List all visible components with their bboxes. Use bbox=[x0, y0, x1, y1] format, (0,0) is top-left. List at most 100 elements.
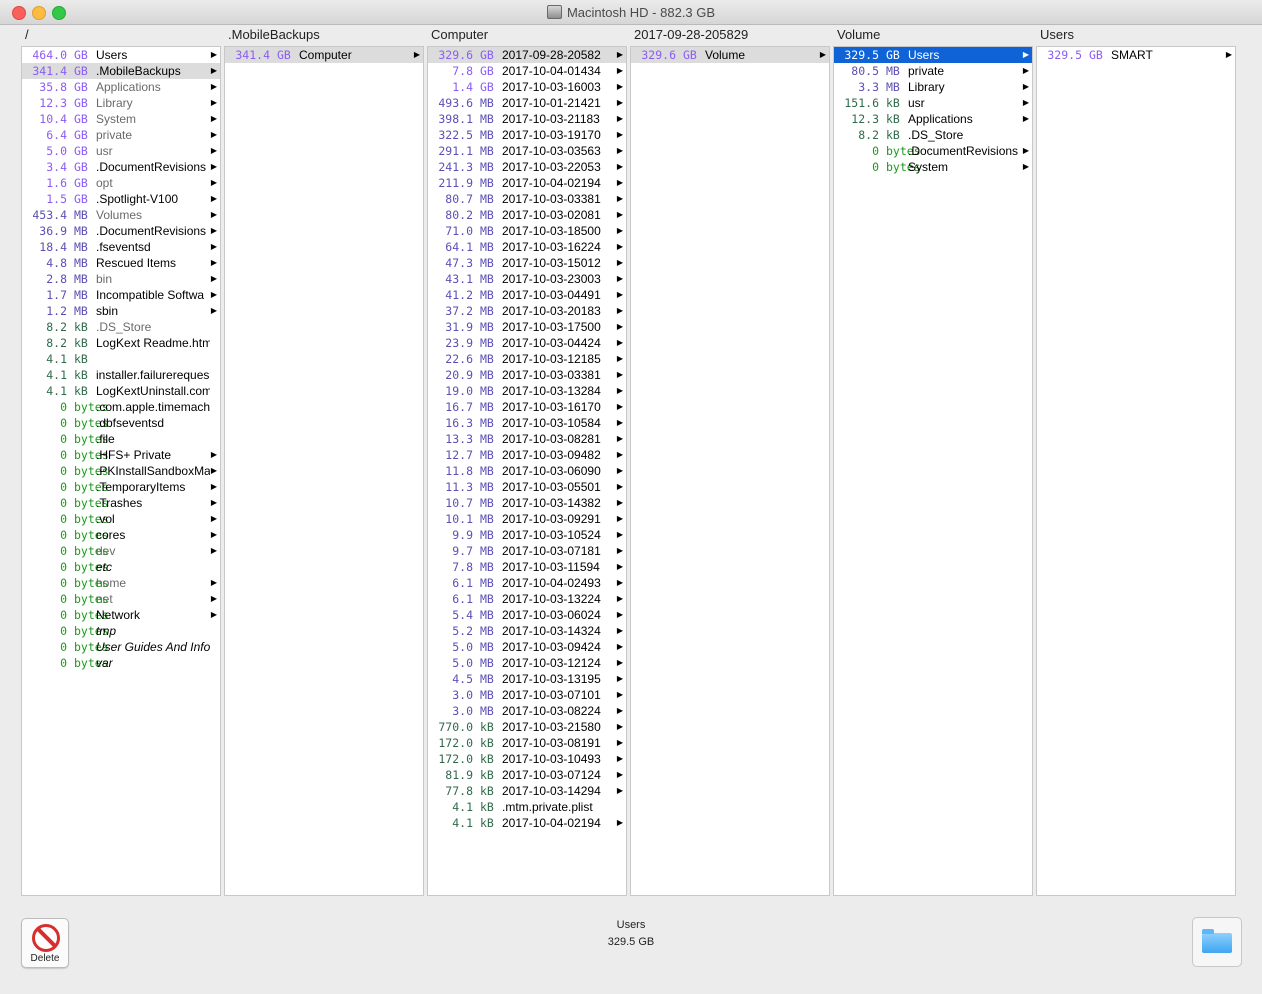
list-item[interactable]: 329.6 GB Volume ▶ bbox=[631, 47, 829, 63]
list-item[interactable]: 0 bytes net ▶ bbox=[22, 591, 220, 607]
disclosure-arrow-icon[interactable]: ▶ bbox=[211, 95, 217, 111]
list-item[interactable]: 16.3 MB 2017-10-03-10584 ▶ bbox=[428, 415, 626, 431]
list-item[interactable]: 464.0 GB Users ▶ bbox=[22, 47, 220, 63]
list-item[interactable]: 8.2 kB .DS_Store bbox=[22, 319, 220, 335]
list-item[interactable]: 398.1 MB 2017-10-03-21183 ▶ bbox=[428, 111, 626, 127]
disclosure-arrow-icon[interactable]: ▶ bbox=[617, 351, 623, 367]
disclosure-arrow-icon[interactable]: ▶ bbox=[211, 239, 217, 255]
list-item[interactable]: 43.1 MB 2017-10-03-23003 ▶ bbox=[428, 271, 626, 287]
column-list[interactable]: 329.5 GB Users ▶ 80.5 MB private ▶ 3.3 MB Library ▶… bbox=[833, 46, 1033, 896]
disclosure-arrow-icon[interactable]: ▶ bbox=[617, 543, 623, 559]
list-item[interactable]: 36.9 MB .DocumentRevisions ▶ bbox=[22, 223, 220, 239]
list-item[interactable]: 80.2 MB 2017-10-03-02081 ▶ bbox=[428, 207, 626, 223]
list-item[interactable]: 0 bytes System ▶ bbox=[834, 159, 1032, 175]
disclosure-arrow-icon[interactable]: ▶ bbox=[617, 687, 623, 703]
disclosure-arrow-icon[interactable]: ▶ bbox=[211, 255, 217, 271]
list-item[interactable]: 6.1 MB 2017-10-03-13224 ▶ bbox=[428, 591, 626, 607]
disclosure-arrow-icon[interactable]: ▶ bbox=[617, 751, 623, 767]
disclosure-arrow-icon[interactable]: ▶ bbox=[1023, 111, 1029, 127]
list-item[interactable]: 0 bytes Network ▶ bbox=[22, 607, 220, 623]
disclosure-arrow-icon[interactable]: ▶ bbox=[617, 639, 623, 655]
list-item[interactable]: 0 bytes .DocumentRevisions ▶ bbox=[834, 143, 1032, 159]
list-item[interactable]: 11.8 MB 2017-10-03-06090 ▶ bbox=[428, 463, 626, 479]
list-item[interactable]: 12.3 GB Library ▶ bbox=[22, 95, 220, 111]
list-item[interactable]: 7.8 GB 2017-10-04-01434 ▶ bbox=[428, 63, 626, 79]
disclosure-arrow-icon[interactable]: ▶ bbox=[617, 191, 623, 207]
list-item[interactable]: 1.7 MB Incompatible Softwa ▶ bbox=[22, 287, 220, 303]
list-item[interactable]: 151.6 kB usr ▶ bbox=[834, 95, 1032, 111]
list-item[interactable]: 0 bytes .com.apple.timemach bbox=[22, 399, 220, 415]
list-item[interactable]: 22.6 MB 2017-10-03-12185 ▶ bbox=[428, 351, 626, 367]
disclosure-arrow-icon[interactable]: ▶ bbox=[617, 319, 623, 335]
list-item[interactable]: 329.5 GB Users ▶ bbox=[834, 47, 1032, 63]
disclosure-arrow-icon[interactable]: ▶ bbox=[1023, 95, 1029, 111]
column-list[interactable]: 341.4 GB Computer ▶ bbox=[224, 46, 424, 896]
list-item[interactable]: 0 bytes .dbfseventsd bbox=[22, 415, 220, 431]
list-item[interactable]: 0 bytes User Guides And Inforr bbox=[22, 639, 220, 655]
list-item[interactable]: 23.9 MB 2017-10-03-04424 ▶ bbox=[428, 335, 626, 351]
list-item[interactable]: 2.8 MB bin ▶ bbox=[22, 271, 220, 287]
list-item[interactable]: 20.9 MB 2017-10-03-03381 ▶ bbox=[428, 367, 626, 383]
disclosure-arrow-icon[interactable]: ▶ bbox=[617, 207, 623, 223]
disclosure-arrow-icon[interactable]: ▶ bbox=[617, 527, 623, 543]
list-item[interactable]: 18.4 MB .fseventsd ▶ bbox=[22, 239, 220, 255]
list-item[interactable]: 4.8 MB Rescued Items ▶ bbox=[22, 255, 220, 271]
disclosure-arrow-icon[interactable]: ▶ bbox=[617, 623, 623, 639]
list-item[interactable]: 0 bytes .PKInstallSandboxMa ▶ bbox=[22, 463, 220, 479]
list-item[interactable]: 493.6 MB 2017-10-01-21421 ▶ bbox=[428, 95, 626, 111]
disclosure-arrow-icon[interactable]: ▶ bbox=[617, 255, 623, 271]
disclosure-arrow-icon[interactable]: ▶ bbox=[211, 479, 217, 495]
list-item[interactable]: 9.7 MB 2017-10-03-07181 ▶ bbox=[428, 543, 626, 559]
disclosure-arrow-icon[interactable]: ▶ bbox=[617, 127, 623, 143]
list-item[interactable]: 341.4 GB .MobileBackups ▶ bbox=[22, 63, 220, 79]
list-item[interactable]: 341.4 GB Computer ▶ bbox=[225, 47, 423, 63]
list-item[interactable]: 5.4 MB 2017-10-03-06024 ▶ bbox=[428, 607, 626, 623]
disclosure-arrow-icon[interactable]: ▶ bbox=[1023, 159, 1029, 175]
list-item[interactable]: 329.5 GB SMART ▶ bbox=[1037, 47, 1235, 63]
list-item[interactable]: 71.0 MB 2017-10-03-18500 ▶ bbox=[428, 223, 626, 239]
list-item[interactable]: 4.1 kB 2017-10-04-02194 ▶ bbox=[428, 815, 626, 831]
disclosure-arrow-icon[interactable]: ▶ bbox=[617, 735, 623, 751]
list-item[interactable]: 329.6 GB 2017-09-28-20582 ▶ bbox=[428, 47, 626, 63]
disclosure-arrow-icon[interactable]: ▶ bbox=[617, 559, 623, 575]
disclosure-arrow-icon[interactable]: ▶ bbox=[617, 415, 623, 431]
disclosure-arrow-icon[interactable]: ▶ bbox=[211, 591, 217, 607]
list-item[interactable]: 0 bytes tmp bbox=[22, 623, 220, 639]
list-item[interactable]: 5.0 GB usr ▶ bbox=[22, 143, 220, 159]
disclosure-arrow-icon[interactable]: ▶ bbox=[1023, 143, 1029, 159]
disclosure-arrow-icon[interactable]: ▶ bbox=[211, 159, 217, 175]
disclosure-arrow-icon[interactable]: ▶ bbox=[211, 287, 217, 303]
disclosure-arrow-icon[interactable]: ▶ bbox=[211, 111, 217, 127]
list-item[interactable]: 81.9 kB 2017-10-03-07124 ▶ bbox=[428, 767, 626, 783]
disclosure-arrow-icon[interactable]: ▶ bbox=[617, 575, 623, 591]
list-item[interactable]: 0 bytes .TemporaryItems ▶ bbox=[22, 479, 220, 495]
disclosure-arrow-icon[interactable]: ▶ bbox=[211, 463, 217, 479]
list-item[interactable]: 5.0 MB 2017-10-03-09424 ▶ bbox=[428, 639, 626, 655]
disclosure-arrow-icon[interactable]: ▶ bbox=[211, 607, 217, 623]
list-item[interactable]: 8.2 kB .DS_Store bbox=[834, 127, 1032, 143]
list-item[interactable]: 35.8 GB Applications ▶ bbox=[22, 79, 220, 95]
disclosure-arrow-icon[interactable]: ▶ bbox=[617, 431, 623, 447]
disclosure-arrow-icon[interactable]: ▶ bbox=[617, 95, 623, 111]
disclosure-arrow-icon[interactable]: ▶ bbox=[211, 127, 217, 143]
list-item[interactable]: 4.1 kB .mtm.private.plist bbox=[428, 799, 626, 815]
list-item[interactable]: 13.3 MB 2017-10-03-08281 ▶ bbox=[428, 431, 626, 447]
list-item[interactable]: 1.5 GB .Spotlight-V100 ▶ bbox=[22, 191, 220, 207]
list-item[interactable]: 0 bytes var bbox=[22, 655, 220, 671]
list-item[interactable]: 1.6 GB opt ▶ bbox=[22, 175, 220, 191]
list-item[interactable]: 0 bytes home ▶ bbox=[22, 575, 220, 591]
disclosure-arrow-icon[interactable]: ▶ bbox=[617, 159, 623, 175]
list-item[interactable]: 5.2 MB 2017-10-03-14324 ▶ bbox=[428, 623, 626, 639]
list-item[interactable]: 12.3 kB Applications ▶ bbox=[834, 111, 1032, 127]
disclosure-arrow-icon[interactable]: ▶ bbox=[617, 783, 623, 799]
disclosure-arrow-icon[interactable]: ▶ bbox=[1023, 79, 1029, 95]
disclosure-arrow-icon[interactable]: ▶ bbox=[211, 543, 217, 559]
list-item[interactable]: 12.7 MB 2017-10-03-09482 ▶ bbox=[428, 447, 626, 463]
disclosure-arrow-icon[interactable]: ▶ bbox=[617, 511, 623, 527]
disclosure-arrow-icon[interactable]: ▶ bbox=[211, 175, 217, 191]
disclosure-arrow-icon[interactable]: ▶ bbox=[617, 815, 623, 831]
list-item[interactable]: 0 bytes .Trashes ▶ bbox=[22, 495, 220, 511]
disclosure-arrow-icon[interactable]: ▶ bbox=[414, 47, 420, 63]
list-item[interactable]: 6.4 GB private ▶ bbox=[22, 127, 220, 143]
disclosure-arrow-icon[interactable]: ▶ bbox=[820, 47, 826, 63]
